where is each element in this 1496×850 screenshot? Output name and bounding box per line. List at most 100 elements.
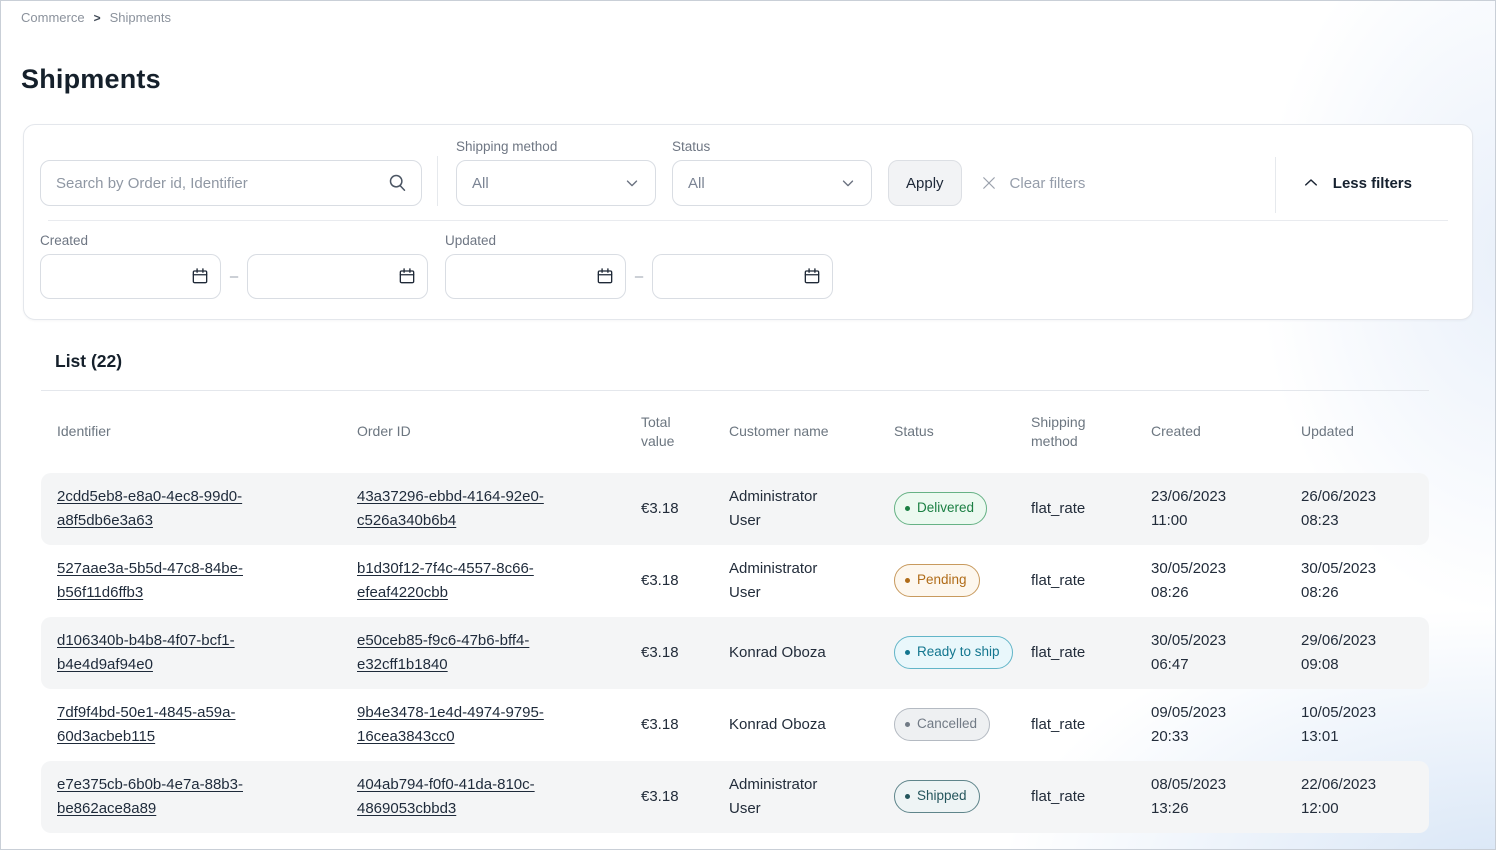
shipping-method-cell: flat_rate [1015,701,1135,749]
status-select[interactable]: All [672,160,872,206]
status-badge: Pending [894,564,980,597]
identifier-link[interactable]: e7e375cb-6b0b-4e7a-88b3-be862ace8a89 [57,773,282,821]
identifier-link[interactable]: d106340b-b4b8-4f07-bcf1-b4e4d9af94e0 [57,629,282,677]
status-value: All [688,175,705,192]
chevron-down-icon [623,174,641,192]
status-dot-icon [905,722,910,727]
status-dot-icon [905,578,910,583]
created-cell: 23/06/2023 11:00 [1135,473,1285,545]
order-id-link[interactable]: e50ceb85-f9c6-47b6-bff4-e32cff1b1840 [357,629,582,677]
chevron-down-icon [839,174,857,192]
filters-row-divider [48,220,1448,221]
apply-button[interactable]: Apply [888,160,962,206]
less-filters-label: Less filters [1333,175,1412,192]
status-cell: Delivered [878,480,1015,537]
shipping-method-cell: flat_rate [1015,485,1135,533]
identifier-cell: e7e375cb-6b0b-4e7a-88b3-be862ace8a89 [41,761,341,833]
status-badge-label: Cancelled [917,713,977,735]
shipping-method-value: All [472,175,489,192]
status-badge: Cancelled [894,708,990,741]
breadcrumb: Commerce > Shipments [1,1,1495,25]
created-cell: 30/05/2023 06:47 [1135,617,1285,689]
calendar-icon[interactable] [190,266,210,286]
identifier-link[interactable]: 527aae3a-5b5d-47c8-84be-b56f11d6ffb3 [57,557,282,605]
customer-name-cell: Administrator User [713,545,878,617]
less-filters-button[interactable]: Less filters [1276,174,1456,192]
updated-cell: 29/06/2023 09:08 [1285,617,1429,689]
status-cell: Shipped [878,768,1015,825]
status-badge-label: Pending [917,569,967,591]
status-badge: Ready to ship [894,636,1013,669]
total-value-cell: €3.18 [625,557,713,605]
close-icon [980,174,998,192]
updated-filter-label: Updated [445,233,833,248]
status-dot-icon [905,650,910,655]
order-id-link[interactable]: 43a37296-ebbd-4164-92e0-c526a340b6b4 [357,485,582,533]
identifier-cell: 7df9f4bd-50e1-4845-a59a-60d3acbeb115 [41,689,341,761]
column-header-updated: Updated [1285,391,1429,473]
customer-name-cell: Konrad Oboza [713,701,878,749]
column-header-shipping-method: Shipping method [1015,391,1135,473]
status-label: Status [672,139,872,154]
created-filter-label: Created [40,233,428,248]
breadcrumb-item-commerce[interactable]: Commerce [21,10,85,25]
shipping-method-select[interactable]: All [456,160,656,206]
filters-divider [437,156,438,206]
table-header-row: Identifier Order ID Total value Customer… [41,391,1429,473]
status-badge-label: Shipped [917,785,967,807]
search-input[interactable] [40,160,422,206]
table-row: 2cdd5eb8-e8a0-4ec8-99d0-a8f5db6e3a63 43a… [41,473,1429,545]
column-header-created: Created [1135,391,1285,473]
customer-name-cell: Konrad Oboza [713,629,878,677]
status-badge: Delivered [894,492,987,525]
breadcrumb-item-shipments[interactable]: Shipments [110,10,171,25]
shipments-table: Identifier Order ID Total value Customer… [41,391,1429,833]
updated-cell: 30/05/2023 08:26 [1285,545,1429,617]
calendar-icon[interactable] [802,266,822,286]
shipping-method-cell: flat_rate [1015,629,1135,677]
column-header-status: Status [878,391,1015,473]
status-badge-label: Ready to ship [917,641,1000,663]
order-id-cell: 404ab794-f0f0-41da-810c-4869053cbbd3 [341,761,625,833]
clear-filters-button[interactable]: Clear filters [980,160,1086,206]
status-badge-label: Delivered [917,497,974,519]
column-header-identifier: Identifier [41,391,341,473]
identifier-cell: d106340b-b4b8-4f07-bcf1-b4e4d9af94e0 [41,617,341,689]
order-id-link[interactable]: 404ab794-f0f0-41da-810c-4869053cbbd3 [357,773,582,821]
date-range-separator: – [221,268,247,285]
order-id-cell: b1d30f12-7f4c-4557-8c66-efeaf4220cbb [341,545,625,617]
created-cell: 09/05/2023 20:33 [1135,689,1285,761]
order-id-link[interactable]: 9b4e3478-1e4d-4974-9795-16cea3843cc0 [357,701,582,749]
shipping-method-cell: flat_rate [1015,557,1135,605]
table-body: 2cdd5eb8-e8a0-4ec8-99d0-a8f5db6e3a63 43a… [41,473,1429,833]
total-value-cell: €3.18 [625,701,713,749]
total-value-cell: €3.18 [625,485,713,533]
identifier-link[interactable]: 7df9f4bd-50e1-4845-a59a-60d3acbeb115 [57,701,282,749]
order-id-cell: 43a37296-ebbd-4164-92e0-c526a340b6b4 [341,473,625,545]
customer-name-cell: Administrator User [713,473,878,545]
order-id-link[interactable]: b1d30f12-7f4c-4557-8c66-efeaf4220cbb [357,557,582,605]
calendar-icon[interactable] [595,266,615,286]
table-row: e7e375cb-6b0b-4e7a-88b3-be862ace8a89 404… [41,761,1429,833]
identifier-link[interactable]: 2cdd5eb8-e8a0-4ec8-99d0-a8f5db6e3a63 [57,485,282,533]
status-dot-icon [905,794,910,799]
calendar-icon[interactable] [397,266,417,286]
updated-cell: 22/06/2023 12:00 [1285,761,1429,833]
table-row: d106340b-b4b8-4f07-bcf1-b4e4d9af94e0 e50… [41,617,1429,689]
total-value-cell: €3.18 [625,773,713,821]
filters-panel: Shipping method All Status All [23,124,1473,320]
status-cell: Ready to ship [878,624,1015,681]
list-title: List (22) [55,351,1495,372]
created-cell: 30/05/2023 08:26 [1135,545,1285,617]
total-value-cell: €3.18 [625,629,713,677]
column-header-order-id: Order ID [341,391,625,473]
shipping-method-cell: flat_rate [1015,773,1135,821]
column-header-total-value: Total value [625,391,713,473]
table-row: 527aae3a-5b5d-47c8-84be-b56f11d6ffb3 b1d… [41,545,1429,617]
column-header-customer-name: Customer name [713,391,878,473]
created-cell: 08/05/2023 13:26 [1135,761,1285,833]
date-range-separator: – [626,268,652,285]
updated-cell: 10/05/2023 13:01 [1285,689,1429,761]
status-cell: Cancelled [878,696,1015,753]
customer-name-cell: Administrator User [713,761,878,833]
